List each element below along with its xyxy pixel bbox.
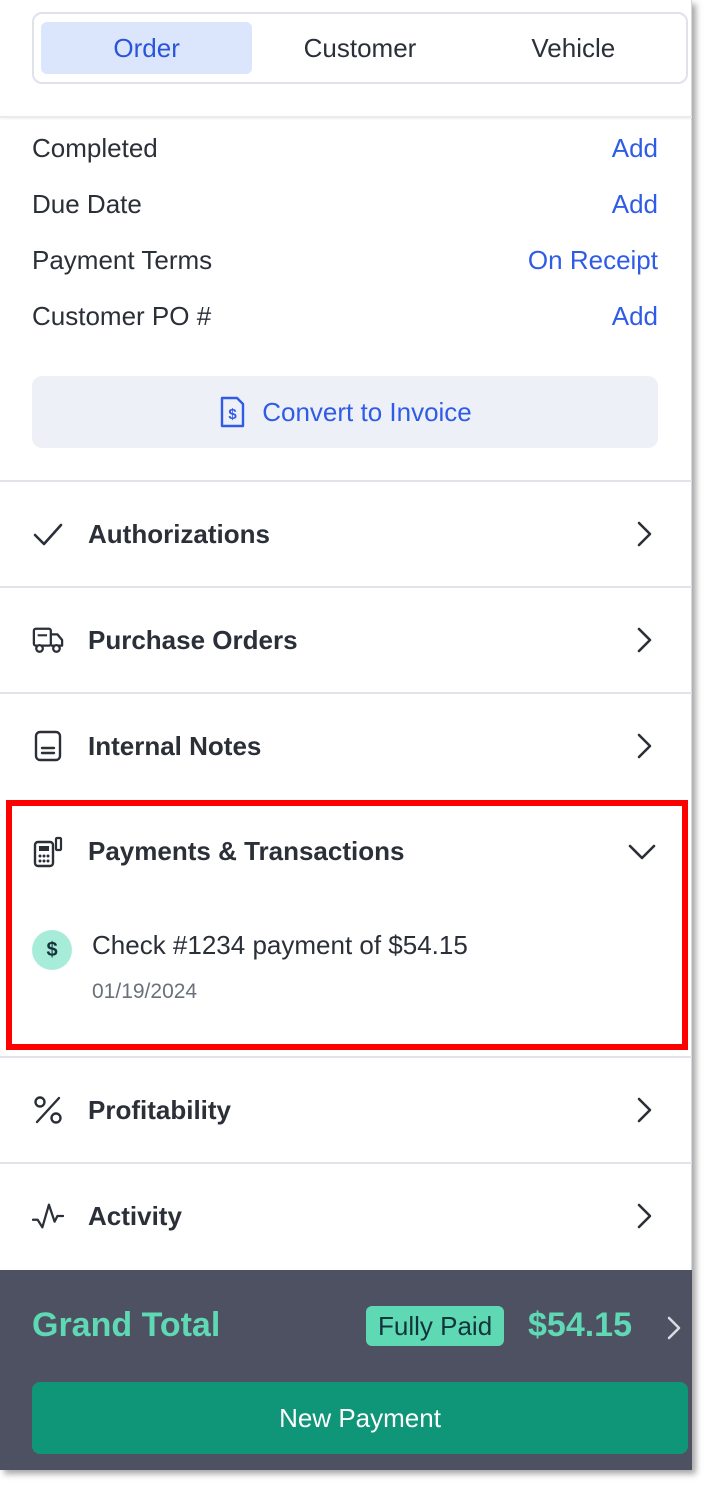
tab-bar: Order Customer Vehicle: [32, 12, 688, 84]
grand-total-label: Grand Total: [32, 1306, 221, 1344]
profitability-title: Profitability: [88, 1094, 232, 1125]
detail-row-payment-terms: Payment Terms On Receipt: [32, 240, 658, 280]
section-authorizations[interactable]: Authorizations: [0, 482, 692, 586]
header-divider: [0, 116, 692, 118]
truck-icon: [32, 624, 64, 656]
chevron-right-icon: [632, 518, 656, 550]
chevron-right-icon[interactable]: [664, 1314, 684, 1342]
internal-notes-title: Internal Notes: [88, 730, 262, 761]
new-payment-button[interactable]: New Payment: [32, 1382, 688, 1454]
convert-to-invoice-label: Convert to Invoice: [262, 396, 472, 427]
section-activity[interactable]: Activity: [0, 1164, 692, 1268]
purchase-orders-title: Purchase Orders: [88, 624, 298, 655]
detail-row-due-date: Due Date Add: [32, 184, 658, 224]
invoice-dollar-icon: $: [218, 396, 246, 428]
detail-row-customer-po: Customer PO # Add: [32, 296, 658, 336]
activity-title: Activity: [88, 1200, 182, 1231]
convert-to-invoice-button[interactable]: $ Convert to Invoice: [32, 376, 658, 448]
percent-icon: [32, 1094, 64, 1126]
activity-icon: [32, 1200, 64, 1232]
chevron-right-icon: [632, 1200, 656, 1232]
due-date-label: Due Date: [32, 188, 142, 219]
grand-total-footer: Grand Total Fully Paid $54.15 New Paymen…: [0, 1270, 692, 1470]
payment-terms-label: Payment Terms: [32, 244, 213, 275]
payment-terms-link[interactable]: On Receipt: [528, 245, 658, 276]
tab-order[interactable]: Order: [41, 22, 253, 74]
svg-text:$: $: [229, 406, 238, 423]
fully-paid-badge: Fully Paid: [366, 1306, 505, 1346]
tab-vehicle[interactable]: Vehicle: [468, 22, 679, 74]
authorizations-title: Authorizations: [88, 518, 270, 549]
detail-row-completed: Completed Add: [32, 128, 658, 168]
tab-customer[interactable]: Customer: [254, 22, 465, 74]
highlight-box: [6, 800, 688, 1050]
section-profitability[interactable]: Profitability: [0, 1058, 692, 1162]
completed-add-link[interactable]: Add: [612, 133, 658, 164]
section-purchase-orders[interactable]: Purchase Orders: [0, 588, 692, 692]
chevron-right-icon: [632, 1094, 656, 1126]
customer-po-label: Customer PO #: [32, 300, 212, 331]
chevron-right-icon: [632, 624, 656, 656]
chevron-right-icon: [632, 730, 656, 762]
customer-po-add-link[interactable]: Add: [612, 301, 658, 332]
check-icon: [32, 518, 64, 550]
section-internal-notes[interactable]: Internal Notes: [0, 694, 692, 798]
notes-icon: [32, 730, 64, 762]
due-date-add-link[interactable]: Add: [612, 189, 658, 220]
completed-label: Completed: [32, 132, 158, 163]
grand-total-amount: $54.15: [528, 1306, 632, 1344]
order-details-panel: Order Customer Vehicle Completed Add Due…: [0, 0, 692, 1470]
